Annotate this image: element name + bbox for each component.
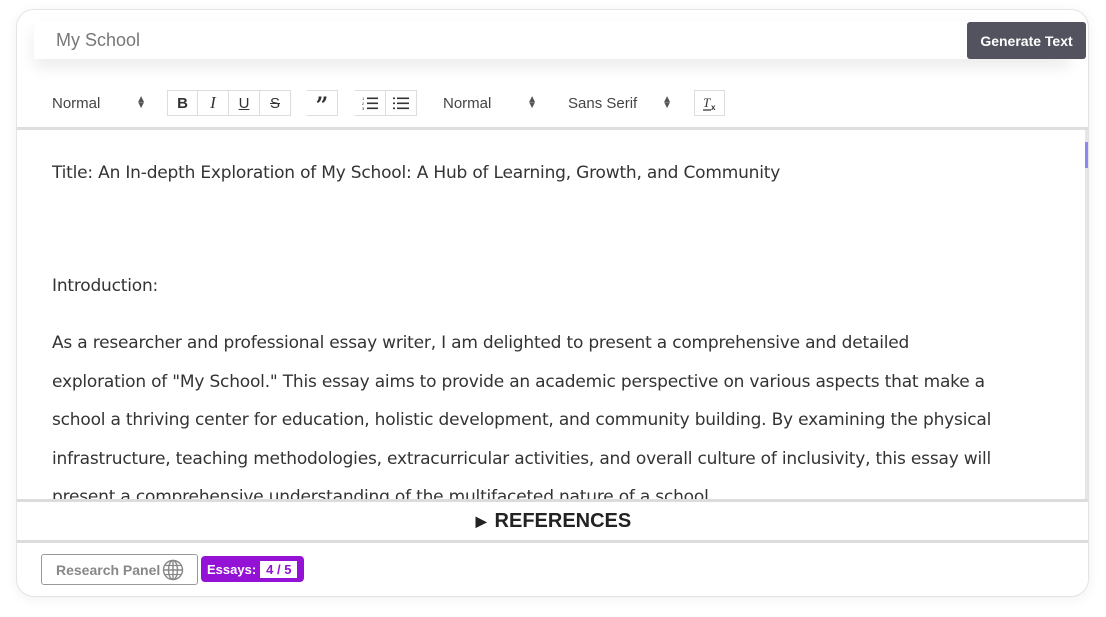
size-select[interactable]: Normal ▲ ▼ [443, 90, 537, 116]
ordered-list-button[interactable]: 1 2 3 [355, 90, 386, 116]
quote-icon: ” [315, 93, 329, 119]
generate-text-button[interactable]: Generate Text [967, 22, 1086, 59]
bold-icon: B [177, 94, 188, 112]
svg-text:T: T [703, 96, 711, 110]
select-arrows-icon: ▲ ▼ [527, 94, 537, 111]
essay-generator-card: Generate Text Normal ▲▼ B I U S ” 1 2 3 [16, 9, 1089, 597]
clear-format-button[interactable]: T x [694, 90, 725, 116]
size-select-value: Normal [443, 94, 492, 112]
select-arrows-icon: ▲ ▼ [136, 94, 146, 111]
underline-button[interactable]: U [229, 90, 260, 116]
paragraph-line: As a researcher and professional essay w… [52, 333, 910, 353]
italic-icon: I [210, 93, 216, 112]
references-toggle[interactable]: ▶ REFERENCES [17, 502, 1088, 540]
topic-input[interactable] [34, 21, 954, 59]
bullet-list-button[interactable] [386, 90, 417, 116]
topic-bar: Generate Text [34, 21, 1086, 59]
font-select[interactable]: Sans Serif ▲ ▼ [568, 90, 672, 116]
paragraph-line: infrastructure, teaching methodologies, … [52, 449, 992, 469]
ordered-list-icon: 1 2 3 [362, 96, 378, 110]
bullet-list-icon [393, 97, 409, 110]
essays-quota-badge: Essays: 4 / 5 [201, 556, 304, 582]
globe-icon [163, 559, 184, 580]
strike-button[interactable]: S [260, 90, 291, 116]
essay-title-line: Title: An In-depth Exploration of My Sch… [52, 163, 781, 183]
editor-scrollbar-track[interactable] [1085, 130, 1088, 500]
select-arrows-icon: ▲ ▼ [662, 94, 672, 111]
essays-count: 4 / 5 [260, 560, 298, 578]
svg-text:3: 3 [362, 106, 365, 110]
editor-scrollbar-thumb[interactable] [1085, 142, 1088, 168]
header-select-value: Normal [52, 94, 101, 112]
research-panel-button[interactable]: Research Panel [41, 554, 198, 585]
editor-toolbar: Normal ▲ ▼ B I U S ” 1 2 3 Normal ▲ ▼ Sa… [17, 88, 1088, 119]
underline-icon: U [238, 94, 250, 112]
intro-heading: Introduction: [52, 276, 159, 296]
blockquote-button[interactable]: ” [307, 90, 338, 119]
essay-editor[interactable]: Title: An In-depth Exploration of My Sch… [17, 130, 1086, 500]
references-label: REFERENCES [494, 509, 632, 532]
strike-icon: S [269, 94, 280, 112]
header-select[interactable]: Normal ▲ ▼ [52, 90, 146, 116]
references-divider-bottom [17, 540, 1088, 543]
bold-button[interactable]: B [167, 90, 198, 116]
paragraph-line: school a thriving center for education, … [52, 410, 992, 430]
font-select-value: Sans Serif [568, 94, 638, 112]
essays-label: Essays: [207, 561, 257, 577]
research-panel-label: Research Panel [56, 561, 161, 578]
clear-format-icon: T x [702, 96, 716, 111]
expand-triangle-icon: ▶ [475, 512, 487, 529]
svg-text:x: x [711, 103, 716, 111]
italic-button[interactable]: I [198, 90, 229, 116]
paragraph-line: exploration of "My School." This essay a… [52, 372, 985, 392]
